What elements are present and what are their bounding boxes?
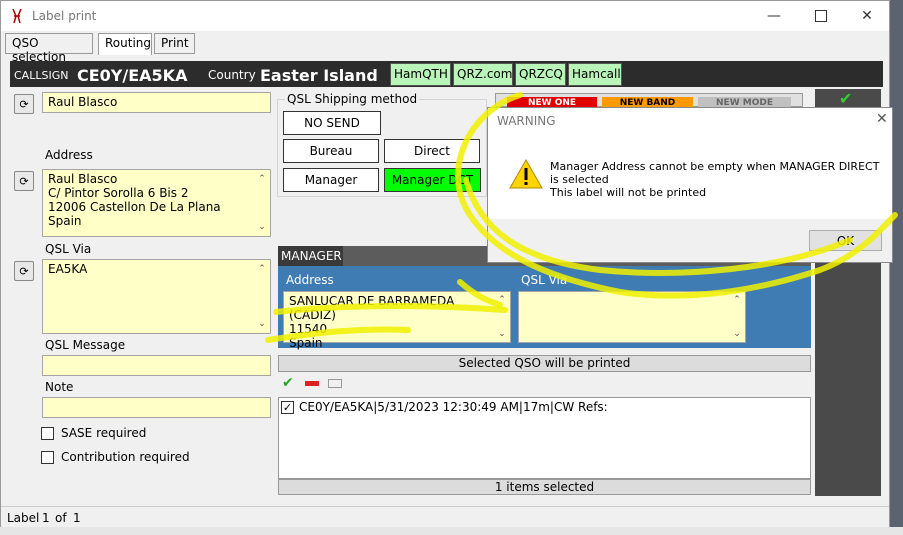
dialog-message-2: This label will not be printed: [550, 186, 707, 199]
scroll-down-icon[interactable]: ⌄: [256, 220, 268, 234]
scroll-up-icon[interactable]: ⌃: [496, 293, 508, 307]
manager-qsl-via-label: QSL Via: [521, 273, 568, 287]
qso-list[interactable]: ✓ CE0Y/EA5KA|5/31/2023 12:30:49 AM|17m|C…: [278, 397, 811, 479]
dialog-close-icon[interactable]: ✕: [876, 111, 888, 127]
manager-address-label: Address: [286, 273, 334, 287]
new-band-badge: NEW BAND: [602, 97, 693, 107]
maximize-icon: [815, 10, 827, 22]
refresh-icon: ⟳: [19, 97, 29, 111]
scroll-up-icon[interactable]: ⌃: [256, 262, 268, 276]
sase-checkbox[interactable]: [41, 427, 54, 440]
refresh-address-button[interactable]: ⟳: [14, 171, 34, 191]
address-line: 12006 Castellon De La Plana: [48, 200, 221, 214]
status-current: 1: [42, 511, 50, 525]
minimize-button[interactable]: —: [751, 1, 797, 31]
uncheck-all-icon[interactable]: [305, 381, 319, 386]
close-button[interactable]: ✕: [844, 1, 890, 31]
qsl-via-label: QSL Via: [45, 242, 92, 256]
scroll-down-icon[interactable]: ⌄: [496, 327, 508, 341]
contribution-label: Contribution required: [61, 450, 190, 464]
close-icon: ✕: [861, 8, 873, 24]
contribution-checkbox[interactable]: [41, 451, 54, 464]
sase-label: SASE required: [61, 426, 147, 440]
manager-button[interactable]: Manager: [283, 168, 379, 192]
direct-button[interactable]: Direct: [384, 139, 480, 163]
taskbar: [0, 527, 903, 535]
manager-address-line: SANLUCAR DE BARRAMEDA (CADIZ): [289, 294, 455, 322]
scroll-up-icon[interactable]: ⌃: [731, 293, 743, 307]
qso-checkbox[interactable]: ✓: [281, 401, 294, 414]
status-label: Label: [7, 511, 40, 525]
qso-list-footer: 1 items selected: [278, 479, 811, 495]
qsl-via-field[interactable]: EA5KA ⌃ ⌄: [42, 259, 271, 334]
name-field[interactable]: Raul Blasco: [42, 92, 271, 113]
callsign-label: CALLSIGN: [14, 69, 69, 82]
manager-address-line: 11540: [289, 322, 328, 336]
new-mode-badge: NEW MODE: [698, 97, 791, 107]
tab-label: Routing: [105, 36, 152, 50]
copy-icon[interactable]: [328, 379, 342, 388]
tab-qso-selection[interactable]: QSO selection: [5, 33, 93, 64]
scroll-up-icon[interactable]: ⌃: [256, 172, 268, 186]
warning-icon: [509, 158, 543, 189]
manager-address-line: Spain: [289, 336, 323, 350]
note-field[interactable]: [42, 397, 271, 418]
minimize-icon: —: [767, 8, 781, 24]
refresh-name-button[interactable]: ⟳: [14, 94, 34, 114]
scroll-down-icon[interactable]: ⌄: [256, 317, 268, 331]
refresh-qsl-via-button[interactable]: ⟳: [14, 261, 34, 281]
status-total: 1: [73, 511, 81, 525]
scroll-down-icon[interactable]: ⌄: [731, 327, 743, 341]
tab-label: QSO selection: [12, 36, 66, 64]
dialog-title: WARNING: [497, 114, 556, 128]
address-label: Address: [45, 148, 93, 162]
status-of: of: [55, 511, 67, 525]
qrzcq-button[interactable]: QRZCQ: [515, 63, 566, 86]
no-send-button[interactable]: NO SEND: [283, 111, 381, 135]
check-all-icon[interactable]: ✔: [282, 375, 294, 391]
tab-routing[interactable]: Routing: [98, 33, 152, 55]
qsl-message-field[interactable]: [42, 355, 271, 376]
list-item[interactable]: CE0Y/EA5KA|5/31/2023 12:30:49 AM|17m|CW …: [299, 400, 608, 414]
address-line: C/ Pintor Sorolla 6 Bis 2: [48, 186, 189, 200]
app-icon: [12, 8, 22, 24]
hamqth-button[interactable]: HamQTH: [390, 63, 451, 86]
note-label: Note: [45, 380, 74, 394]
maximize-button[interactable]: [798, 1, 844, 31]
shipping-title: QSL Shipping method: [285, 92, 420, 106]
new-one-badge: NEW ONE: [507, 97, 597, 107]
confirm-check-icon[interactable]: ✔: [839, 89, 852, 108]
ok-button[interactable]: OK: [809, 230, 882, 251]
tab-print[interactable]: Print: [154, 33, 195, 54]
qsl-via-value: EA5KA: [48, 262, 88, 276]
callsign-value: CE0Y/EA5KA: [77, 66, 188, 85]
country-value: Easter Island: [260, 66, 378, 85]
manager-address-field[interactable]: SANLUCAR DE BARRAMEDA (CADIZ) 11540 Spai…: [283, 291, 511, 350]
address-field[interactable]: Raul Blasco C/ Pintor Sorolla 6 Bis 2 12…: [42, 169, 271, 237]
bureau-button[interactable]: Bureau: [283, 139, 379, 163]
address-line: Raul Blasco: [48, 172, 118, 186]
hamcall-button[interactable]: Hamcall: [568, 63, 622, 86]
dialog-message: Manager Address cannot be empty when MAN…: [550, 160, 880, 186]
qrz-button[interactable]: QRZ.com: [453, 63, 513, 86]
tab-label: Print: [161, 36, 189, 50]
window-title: Label print: [32, 9, 97, 23]
manager-dct-button[interactable]: Manager DCT: [384, 168, 481, 192]
label-print-window: Label print — ✕ QSO selection Routing Pr…: [0, 0, 890, 528]
country-label: Country: [208, 68, 256, 82]
refresh-icon: ⟳: [19, 264, 29, 278]
status-bar: Label 1 of 1: [1, 506, 889, 527]
manager-title: MANAGER: [278, 246, 343, 266]
dialog-footer: OK: [488, 219, 892, 262]
title-bar: Label print — ✕: [1, 1, 889, 31]
qso-list-header: Selected QSO will be printed: [278, 355, 811, 372]
qsl-message-label: QSL Message: [45, 338, 126, 352]
refresh-icon: ⟳: [19, 174, 29, 188]
address-line: Spain: [48, 214, 82, 228]
manager-qsl-via-field[interactable]: ⌃ ⌄: [518, 291, 746, 343]
